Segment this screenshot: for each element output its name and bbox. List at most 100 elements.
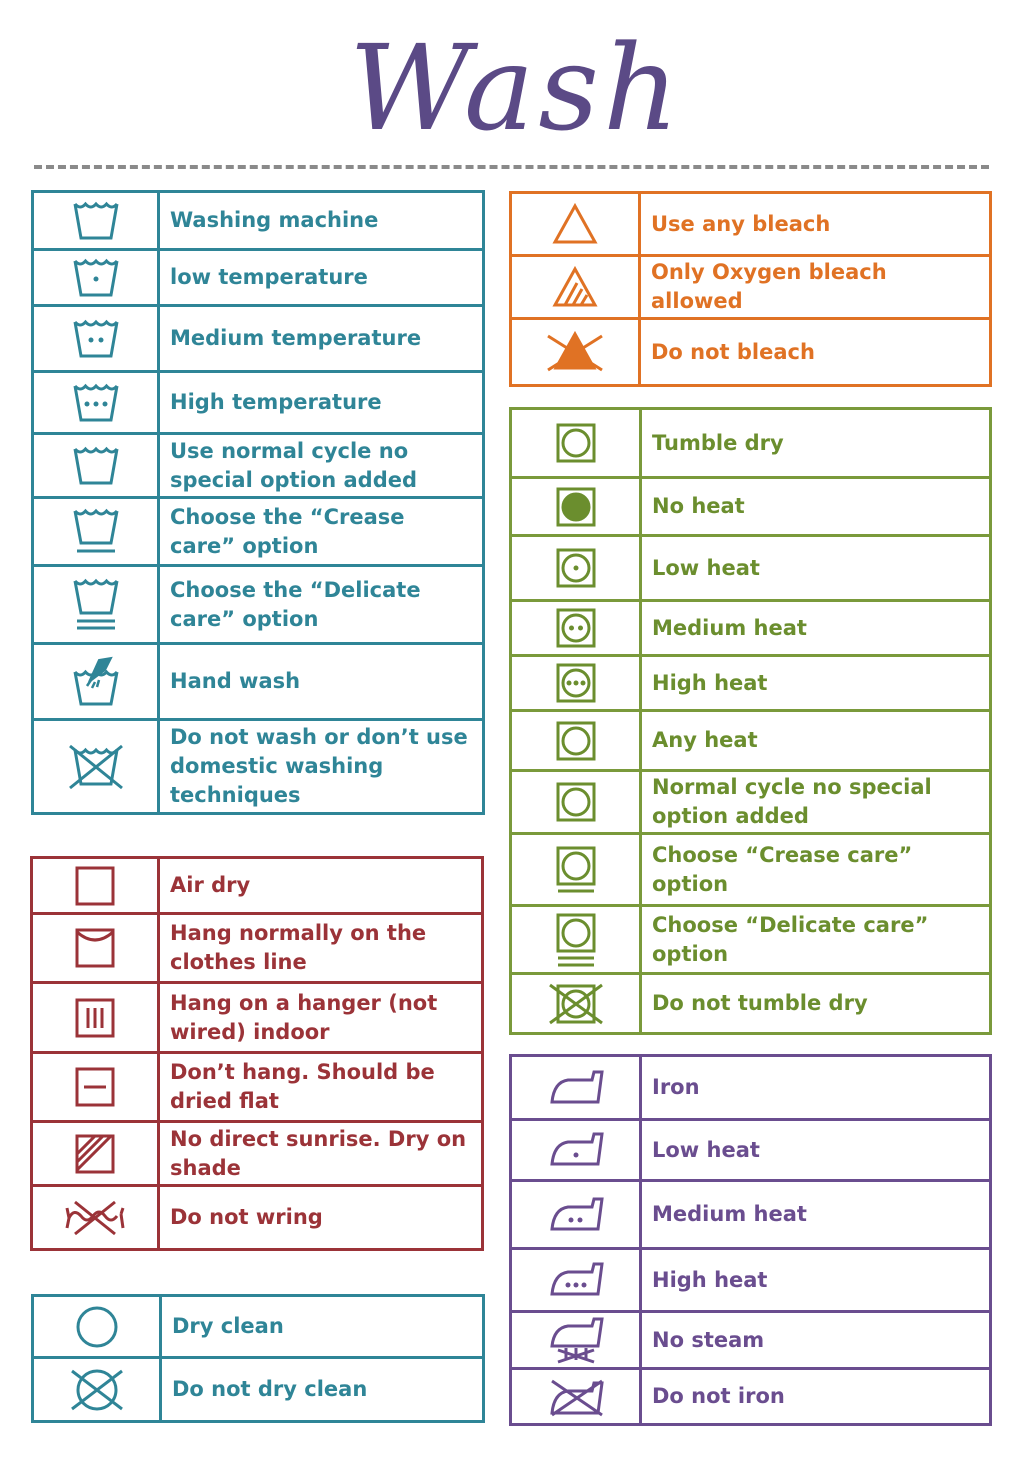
list-item-label: low temperature — [157, 248, 485, 307]
table-row: Hang on a hanger (not wired) indoor — [30, 981, 484, 1054]
list-item-label: Do not bleach — [638, 317, 992, 387]
list-item-label: Air dry — [157, 856, 484, 915]
wash-table: Washing machine low temperature Medium t… — [31, 190, 485, 815]
table-row: Choose the “Crease care” option — [31, 496, 485, 567]
list-item-label: Any heat — [639, 709, 992, 772]
table-row: Medium heat — [509, 599, 992, 657]
table-row: High heat — [509, 1247, 992, 1313]
tumble-one-bar-icon — [509, 832, 642, 907]
table-row: Choose “Crease care” option — [509, 832, 992, 907]
list-item-label: Do not tumble dry — [639, 972, 992, 1035]
washtub-two-bars-icon — [31, 564, 160, 645]
iron-no-steam-icon — [509, 1310, 642, 1370]
do-not-bleach-icon — [509, 317, 641, 387]
table-row: Any heat — [509, 709, 992, 772]
table-row: Don’t hang. Should be dried flat — [30, 1051, 484, 1123]
table-row: Do not tumble dry — [509, 972, 992, 1035]
list-item-label: High heat — [639, 1247, 992, 1313]
table-row: No direct sunrise. Dry on shade — [30, 1120, 484, 1187]
list-item-label: Use any bleach — [638, 191, 992, 257]
list-item-label: No steam — [639, 1310, 992, 1370]
list-item-label: Do not wash or don’t use domestic washin… — [157, 718, 485, 815]
table-row: Medium temperature — [31, 304, 485, 373]
list-item-label: Medium temperature — [157, 304, 485, 373]
table-row: Do not dry clean — [31, 1356, 485, 1423]
table-row: Do not bleach — [509, 317, 992, 387]
list-item-label: Hang on a hanger (not wired) indoor — [157, 981, 484, 1054]
washtub-two-dots-icon — [31, 304, 160, 373]
do-not-wring-icon — [30, 1184, 160, 1251]
table-row: low temperature — [31, 248, 485, 307]
tumble-dry-table: Tumble dry No heat Low heat Medium heat … — [509, 407, 992, 1035]
list-item-label: Don’t hang. Should be dried flat — [157, 1051, 484, 1123]
line-dry-icon — [30, 912, 160, 984]
table-row: Washing machine — [31, 190, 485, 251]
tumble-dry-icon — [509, 709, 642, 772]
tumble-dry-icon — [509, 407, 642, 479]
list-item-label: Washing machine — [157, 190, 485, 251]
table-row: Low heat — [509, 534, 992, 602]
list-item-label: Medium heat — [639, 1179, 992, 1250]
do-not-wash-icon — [31, 718, 160, 815]
washtub-three-dots-icon — [31, 370, 160, 435]
iron-one-dot-icon — [509, 1118, 642, 1182]
list-item-label: No direct sunrise. Dry on shade — [157, 1120, 484, 1187]
dry-flat-icon — [30, 1051, 160, 1123]
iron-two-dots-icon — [509, 1179, 642, 1250]
dashed-divider — [34, 165, 989, 169]
table-row: No steam — [509, 1310, 992, 1370]
table-row: Only Oxygen bleach allowed — [509, 254, 992, 320]
table-row: Iron — [509, 1054, 992, 1121]
do-not-iron-icon — [509, 1367, 642, 1426]
list-item-label: Hang normally on the clothes line — [157, 912, 484, 984]
list-item-label: Choose “Delicate care” option — [639, 904, 992, 975]
iron-three-dots-icon — [509, 1247, 642, 1313]
washtub-icon — [31, 432, 160, 499]
table-row: Medium heat — [509, 1179, 992, 1250]
table-row: Normal cycle no special option added — [509, 769, 992, 835]
tumble-dry-icon — [509, 769, 642, 835]
list-item-label: Choose the “Delicate care” option — [157, 564, 485, 645]
table-row: Hand wash — [31, 642, 485, 721]
list-item-label: High heat — [639, 654, 992, 712]
tumble-three-dots-icon — [509, 654, 642, 712]
dry-in-shade-icon — [30, 1120, 160, 1187]
tumble-one-dot-icon — [509, 534, 642, 602]
table-row: Choose “Delicate care” option — [509, 904, 992, 975]
list-item-label: Low heat — [639, 1118, 992, 1182]
dry-table: Air dry Hang normally on the clothes lin… — [30, 856, 484, 1251]
triangle-stripes-icon — [509, 254, 641, 320]
table-row: Hang normally on the clothes line — [30, 912, 484, 984]
list-item-label: Do not iron — [639, 1367, 992, 1426]
circle-icon — [31, 1294, 162, 1359]
table-row: Dry clean — [31, 1294, 485, 1359]
list-item-label: High temperature — [157, 370, 485, 435]
list-item-label: Medium heat — [639, 599, 992, 657]
iron-icon — [509, 1054, 642, 1121]
do-not-dry-clean-icon — [31, 1356, 162, 1423]
drip-dry-icon — [30, 981, 160, 1054]
list-item-label: Only Oxygen bleach allowed — [638, 254, 992, 320]
iron-table: Iron Low heat Medium heat High heat No s… — [509, 1054, 992, 1426]
table-row: Do not iron — [509, 1367, 992, 1426]
list-item-label: Normal cycle no special option added — [639, 769, 992, 835]
tumble-filled-icon — [509, 476, 642, 537]
list-item-label: Choose “Crease care” option — [639, 832, 992, 907]
triangle-icon — [509, 191, 641, 257]
washtub-icon — [31, 190, 160, 251]
list-item-label: Iron — [639, 1054, 992, 1121]
table-row: Tumble dry — [509, 407, 992, 479]
list-item-label: Low heat — [639, 534, 992, 602]
list-item-label: Do not wring — [157, 1184, 484, 1251]
washtub-one-dot-icon — [31, 248, 160, 307]
tumble-two-bars-icon — [509, 904, 642, 975]
table-row: No heat — [509, 476, 992, 537]
do-not-tumble-dry-icon — [509, 972, 642, 1035]
table-row: Do not wash or don’t use domestic washin… — [31, 718, 485, 815]
square-icon — [30, 856, 160, 915]
table-row: High temperature — [31, 370, 485, 435]
washtub-one-bar-icon — [31, 496, 160, 567]
table-row: Do not wring — [30, 1184, 484, 1251]
bleach-table: Use any bleach Only Oxygen bleach allowe… — [509, 191, 992, 387]
list-item-label: Choose the “Crease care” option — [157, 496, 485, 567]
